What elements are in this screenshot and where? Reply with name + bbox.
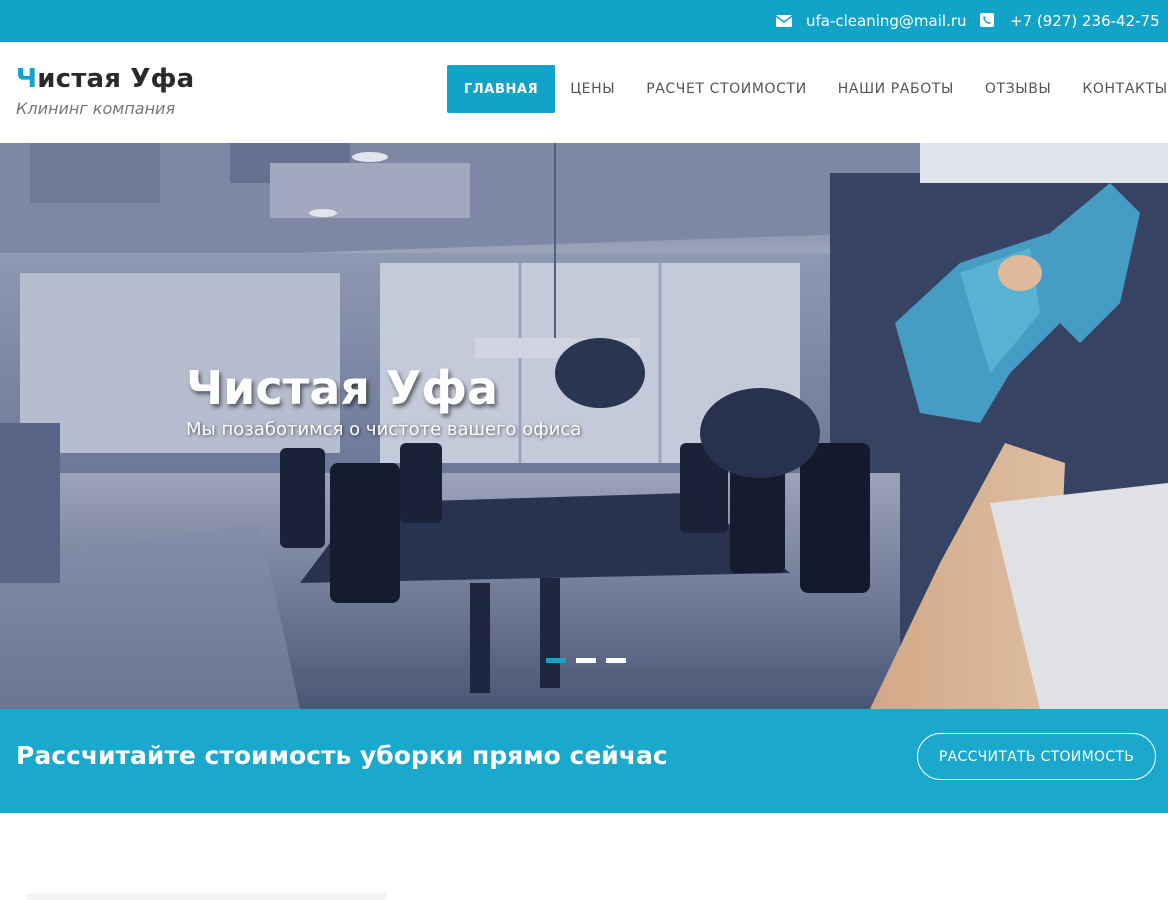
slider-dot-1[interactable]: [546, 658, 566, 663]
nav-item-calculate[interactable]: РАСЧЕТ СТОИМОСТИ: [646, 65, 807, 113]
cta-band: Рассчитайте стоимость уборки прямо сейча…: [0, 709, 1168, 813]
top-contact-bar: ufa-cleaning@mail.ru +7 (927) 236-42-75: [0, 0, 1168, 42]
phone-text[interactable]: +7 (927) 236-42-75: [1010, 12, 1160, 30]
hero-subtitle: Мы позаботимся о чистоте вашего офиса: [186, 419, 582, 440]
main-nav: ГЛАВНАЯ ЦЕНЫ РАСЧЕТ СТОИМОСТИ НАШИ РАБОТ…: [447, 65, 1168, 113]
hero-title: Чистая Уфа: [186, 361, 499, 415]
envelope-icon: [775, 13, 793, 29]
email-text[interactable]: ufa-cleaning@mail.ru: [806, 12, 967, 30]
logo[interactable]: Чистая Уфа: [16, 64, 194, 94]
logo-first-letter: Ч: [16, 64, 38, 94]
email-contact[interactable]: ufa-cleaning@mail.ru: [775, 0, 967, 42]
hero-background-image: [0, 143, 1168, 709]
cta-heading: Рассчитайте стоимость уборки прямо сейча…: [16, 741, 668, 770]
slider-dot-3[interactable]: [606, 658, 626, 663]
nav-item-works[interactable]: НАШИ РАБОТЫ: [838, 65, 954, 113]
logo-rest: истая Уфа: [37, 64, 195, 94]
logo-subtitle: Клининг компания: [16, 99, 176, 118]
phone-contact[interactable]: +7 (927) 236-42-75: [980, 0, 1160, 42]
phone-icon: [980, 13, 996, 29]
content-image-placeholder: [26, 893, 386, 900]
nav-item-prices[interactable]: ЦЕНЫ: [570, 65, 615, 113]
nav-item-reviews[interactable]: ОТЗЫВЫ: [985, 65, 1051, 113]
hero-slider: Чистая Уфа Мы позаботимся о чистоте ваше…: [0, 143, 1168, 709]
nav-item-contacts[interactable]: КОНТАКТЫ: [1082, 65, 1167, 113]
slider-dot-2[interactable]: [576, 658, 596, 663]
site-header: Чистая Уфа Клининг компания ГЛАВНАЯ ЦЕНЫ…: [0, 42, 1168, 143]
nav-item-home[interactable]: ГЛАВНАЯ: [447, 65, 556, 113]
calculate-cost-button[interactable]: РАССЧИТАТЬ СТОИМОСТЬ: [917, 733, 1156, 780]
slider-dots: [546, 658, 636, 663]
